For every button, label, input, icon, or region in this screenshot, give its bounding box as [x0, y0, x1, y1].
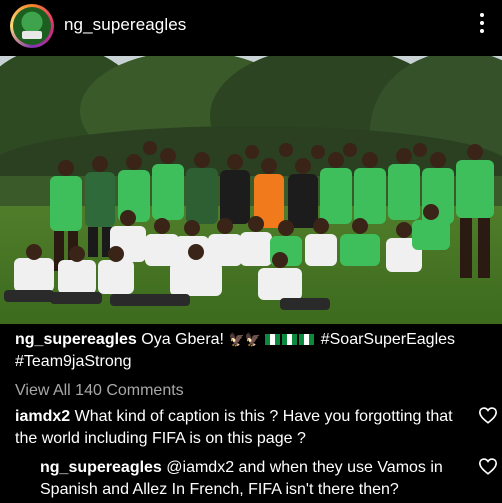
comment-text: What kind of caption is this ? Have you …	[15, 408, 453, 447]
team-logo-icon	[13, 7, 51, 45]
nigeria-flag-icon	[282, 334, 298, 345]
nigeria-flag-icon	[265, 334, 281, 345]
caption-text: Oya Gbera!	[141, 331, 224, 348]
eagle-emoji-icon: 🦅	[244, 332, 261, 347]
heart-icon[interactable]	[478, 457, 498, 475]
post-header: ng_supereagles	[0, 0, 502, 52]
post-caption: ng_supereagles Oya Gbera! 🦅🦅 #SoarSuperE…	[15, 329, 495, 373]
reply-username[interactable]: ng_supereagles	[40, 459, 162, 476]
post-image[interactable]	[0, 56, 502, 324]
view-all-comments-link[interactable]: View All 140 Comments	[15, 382, 184, 400]
heart-icon[interactable]	[478, 406, 498, 424]
comment-username[interactable]: iamdx2	[15, 408, 70, 425]
profile-username[interactable]: ng_supereagles	[64, 15, 186, 35]
comment-item: iamdx2 What kind of caption is this ? Ha…	[15, 406, 470, 450]
eagle-emoji-icon: 🦅	[228, 332, 245, 347]
profile-avatar[interactable]	[10, 4, 54, 48]
team-photo	[0, 56, 502, 324]
nigeria-flag-icon	[299, 334, 315, 345]
reply-item: ng_supereagles @iamdx2 and when they use…	[40, 457, 470, 501]
more-vertical-icon[interactable]	[478, 13, 486, 37]
caption-username[interactable]: ng_supereagles	[15, 331, 137, 348]
